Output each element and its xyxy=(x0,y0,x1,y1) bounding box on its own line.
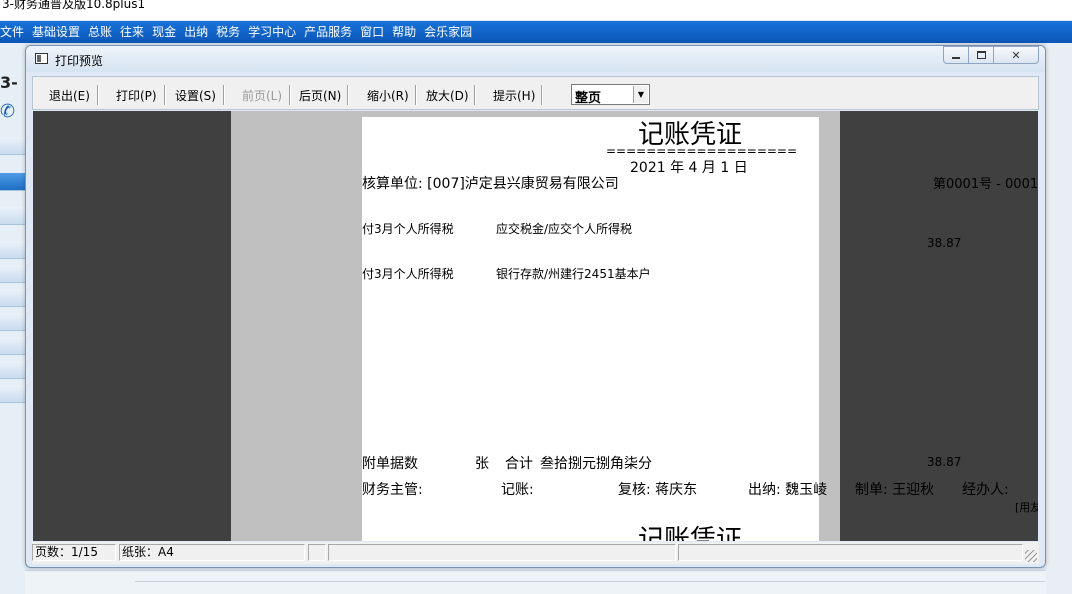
next-voucher-title: 记账凭证 xyxy=(638,525,743,541)
total-amount-words: 叁拾捌元捌角柒分 xyxy=(540,456,652,472)
menu-cash[interactable]: 现金 xyxy=(148,21,180,43)
menu-product-service[interactable]: 产品服务 xyxy=(300,21,356,43)
sidebar-item[interactable] xyxy=(0,207,25,225)
page-mode-select[interactable]: 整页 ▼ xyxy=(571,84,650,106)
resize-grip-icon[interactable] xyxy=(1025,550,1037,562)
handler-label: 经办人: xyxy=(962,482,1009,498)
entry-account: 应交税金/应交个人所得税 xyxy=(496,222,633,236)
hint-button[interactable]: 提示(H) xyxy=(493,87,535,104)
total-label: 合计 xyxy=(505,456,533,472)
prev-page-button[interactable]: 前页(L) xyxy=(242,87,282,104)
toolbar-separator xyxy=(541,85,543,105)
dropdown-arrow-icon[interactable]: ▼ xyxy=(633,86,648,103)
page-mode-value: 整页 xyxy=(575,91,602,106)
background-bottom xyxy=(25,570,1046,594)
preview-toolbar: 退出(E) 打印(P) 设置(S) 前页(L) 后页(N) 缩小(R) 放大(D… xyxy=(32,76,1039,110)
accounting-unit: 核算单位: [007]泸定县兴康贸易有限公司 xyxy=(362,176,619,192)
background-sidebar: 3- ✆ xyxy=(0,43,25,594)
maker-label: 制单: 王迎秋 xyxy=(855,482,935,498)
window-title-bar: 打印预览 ✕ xyxy=(26,46,1045,72)
voucher-title-underline: =================== xyxy=(606,144,798,158)
window-icon xyxy=(35,53,48,64)
zoom-in-button[interactable]: 放大(D) xyxy=(426,87,469,104)
zoom-out-button[interactable]: 缩小(R) xyxy=(367,87,409,104)
settings-button[interactable]: 设置(S) xyxy=(175,87,216,104)
entry-summary: 付3月个人所得税 xyxy=(362,222,454,236)
print-button[interactable]: 打印(P) xyxy=(116,87,157,104)
toolbar-separator xyxy=(289,85,291,105)
cashier-label: 出纳: 魏玉崚 xyxy=(748,482,828,498)
sidebar-item[interactable] xyxy=(0,289,25,307)
menu-help[interactable]: 帮助 xyxy=(388,21,420,43)
menu-window[interactable]: 窗口 xyxy=(356,21,388,43)
sidebar-item[interactable] xyxy=(0,241,25,259)
page-count: 页数：1/15 xyxy=(32,544,116,561)
entry-summary: 付3月个人所得税 xyxy=(362,267,454,281)
toolbar-separator xyxy=(223,85,225,105)
toolbar-separator xyxy=(97,85,99,105)
phone-icon: ✆ xyxy=(0,101,16,122)
minimize-button[interactable] xyxy=(943,46,969,64)
attachments-label: 附单据数 xyxy=(362,456,418,472)
voucher-date: 2021 年 4 月 1 日 xyxy=(630,160,748,176)
minimize-icon xyxy=(952,56,960,59)
maximize-button[interactable] xyxy=(968,46,994,64)
background-right xyxy=(1046,43,1072,594)
close-icon: ✕ xyxy=(1011,48,1021,62)
entry-account: 银行存款/州建行2451基本户 xyxy=(496,267,651,281)
status-cell xyxy=(328,544,676,561)
menu-learning-center[interactable]: 学习中心 xyxy=(244,21,300,43)
attachments-unit: 张 xyxy=(475,456,489,472)
menu-community[interactable]: 会乐家园 xyxy=(420,21,476,43)
exit-button[interactable]: 退出(E) xyxy=(49,87,90,104)
sidebar-item[interactable] xyxy=(0,265,25,283)
menu-tax[interactable]: 税务 xyxy=(212,21,244,43)
status-bar: 页数：1/15 纸张：A4 xyxy=(32,542,1039,564)
entry-amount: 38.87 xyxy=(927,236,962,250)
status-cell xyxy=(308,544,326,561)
close-button[interactable]: ✕ xyxy=(993,46,1039,64)
page-edge-text: [用友 xyxy=(1015,501,1038,514)
preview-canvas[interactable]: 记账凭证 =================== 2021 年 4 月 1 日 … xyxy=(33,111,1038,541)
sidebar-item-selected[interactable] xyxy=(0,173,25,191)
toolbar-separator xyxy=(347,85,349,105)
app-title-bar: 3-财务通普及版10.8plus1 xyxy=(0,0,1072,20)
menu-basic-settings[interactable]: 基础设置 xyxy=(28,21,84,43)
menu-general-ledger[interactable]: 总账 xyxy=(84,21,116,43)
sidebar-item[interactable] xyxy=(0,385,25,403)
sidebar-item[interactable] xyxy=(0,337,25,355)
maximize-icon xyxy=(976,51,986,59)
toolbar-separator xyxy=(474,85,476,105)
menu-cashier[interactable]: 出纳 xyxy=(180,21,212,43)
next-page-button[interactable]: 后页(N) xyxy=(299,87,341,104)
voucher-number: 第0001号 - 0001 xyxy=(933,177,1038,192)
sidebar-item[interactable] xyxy=(0,313,25,331)
status-cell xyxy=(678,544,1023,561)
toolbar-separator xyxy=(164,85,166,105)
app-title: 3-财务通普及版10.8plus1 xyxy=(2,0,146,11)
sidebar-item[interactable] xyxy=(0,137,25,155)
main-menu-bar: 文件 基础设置 总账 往来 现金 出纳 税务 学习中心 产品服务 窗口 帮助 会… xyxy=(0,21,1072,43)
bookkeeper-label: 记账: xyxy=(501,482,534,498)
finance-manager-label: 财务主管: xyxy=(362,482,423,498)
reviewer-label: 复核: 蒋庆东 xyxy=(618,482,698,498)
menu-file[interactable]: 文件 xyxy=(0,21,28,43)
paper-size: 纸张：A4 xyxy=(119,544,305,561)
toolbar-separator xyxy=(415,85,417,105)
print-preview-window: 打印预览 ✕ 退出(E) 打印(P) 设置(S) 前页(L) 后页(N) 缩小(… xyxy=(25,45,1046,568)
sidebar-item[interactable] xyxy=(0,361,25,379)
total-amount: 38.87 xyxy=(927,455,962,469)
window-title: 打印预览 xyxy=(55,54,104,68)
menu-accounts[interactable]: 往来 xyxy=(116,21,148,43)
app-logo: 3- xyxy=(0,73,18,92)
